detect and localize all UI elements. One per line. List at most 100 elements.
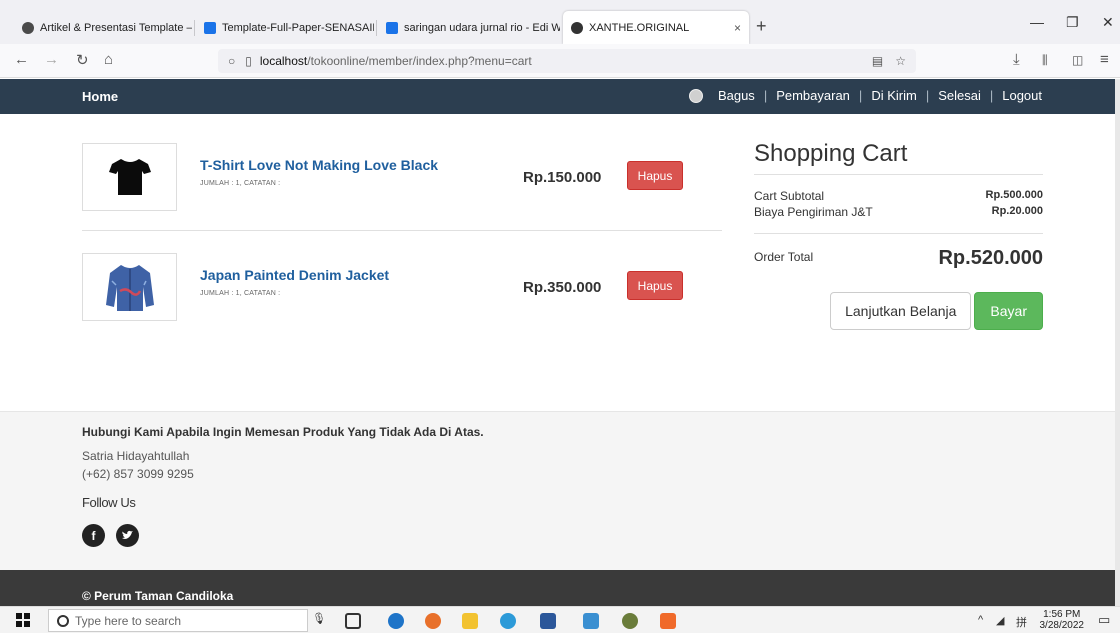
summary-title: Shopping Cart [754,140,908,167]
contact-name: Satria Hidayahtullah [82,449,190,463]
twitter-icon[interactable] [116,524,139,547]
library-icon[interactable]: ⫼ [1042,53,1048,68]
photos-icon[interactable] [583,613,599,629]
browser-tab[interactable]: Template-Full-Paper-SENASAIN × [196,11,374,44]
edge-icon[interactable] [388,613,404,629]
nav-separator: | [989,88,994,103]
search-icon [57,614,69,627]
taskbar-clock[interactable]: 1:56 PM 3/28/2022 [1040,609,1085,631]
nav-link-pembayaran[interactable]: Pembayaran [776,88,850,103]
start-icon[interactable] [16,613,30,627]
url-path: /tokoonline/member/index.php?menu=cart [307,54,532,68]
bookmark-star-icon[interactable]: ☆ [895,54,906,68]
browser-tab[interactable]: Artikel & Presentasi Template – × [14,11,192,44]
home-link[interactable]: Home [82,89,118,104]
tab-divider [376,20,377,36]
order-total-label: Order Total [754,250,814,264]
chrome-icon[interactable] [500,613,516,629]
browser-tab-active[interactable]: XANTHE.ORIGINAL × [563,11,749,44]
firefox-icon[interactable] [425,613,441,629]
notification-icon[interactable]: ▭ [1098,612,1110,628]
nav-separator: | [925,88,930,103]
tray-chevron-icon[interactable]: ^ [978,614,983,626]
minimize-icon[interactable]: — [1030,14,1044,30]
page-scrollbar[interactable] [1115,79,1120,606]
globe-icon [22,21,34,34]
task-view-icon[interactable] [345,613,361,629]
microphone-icon[interactable]: 🎙 [312,612,326,625]
site-icon [571,21,583,34]
drive-icon [204,21,216,34]
paint-icon[interactable] [622,613,638,629]
follow-us-label: Follow Us [82,495,136,510]
reload-icon[interactable]: ↻ [76,51,89,69]
copyright-text: © Perum Taman Candiloka [82,589,234,603]
word-icon[interactable] [540,613,556,629]
summary-divider [754,233,1043,234]
tshirt-icon [108,159,151,195]
site-footer: Hubungi Kami Apabila Ingin Memesan Produ… [0,411,1120,570]
twitter-bird-icon [122,530,133,539]
xampp-icon[interactable] [660,613,676,629]
order-total-row: Order Total Rp.520.000 [754,247,1043,270]
shipping-row: Biaya Pengiriman J&T Rp.20.000 [754,205,1043,219]
browser-tab[interactable]: saringan udara jurnal rio - Edi W × [378,11,560,44]
browser-toolbar: ← → ↻ ⌂ ○ ▯ localhost/tokoonline/member/… [0,44,1120,78]
address-bar[interactable]: ○ ▯ localhost/tokoonline/member/index.ph… [218,49,916,73]
continue-shopping-button[interactable]: Lanjutkan Belanja [830,292,972,330]
search-placeholder: Type here to search [75,613,182,628]
cart-item: Japan Painted Denim Jacket JUMLAH : 1, C… [82,253,722,321]
sidebar-icon[interactable]: ◫ [1072,53,1083,67]
footer-heading: Hubungi Kami Apabila Ingin Memesan Produ… [82,425,484,439]
user-menu: Bagus | Pembayaran | Di Kirim | Selesai … [688,88,1042,103]
language-icon[interactable]: 拼 [1016,614,1027,630]
pay-button[interactable]: Bayar [974,292,1043,330]
product-meta: JUMLAH : 1, CATATAN : [200,290,281,297]
tab-title: XANTHE.ORIGINAL [589,21,690,34]
close-tab-icon[interactable]: × [728,21,741,35]
menu-icon[interactable]: ≡ [1100,51,1109,68]
remove-button[interactable]: Hapus [627,271,683,300]
jacket-icon [105,265,154,311]
contact-phone: (+62) 857 3099 9295 [82,467,194,481]
nav-link-logout[interactable]: Logout [1002,88,1042,103]
back-icon[interactable]: ← [14,51,29,68]
jacket-image[interactable] [82,253,177,321]
nav-link-selesai[interactable]: Selesai [938,88,981,103]
shipping-label: Biaya Pengiriman J&T [754,205,873,219]
page-info-icon[interactable]: ▯ [245,54,252,68]
home-icon[interactable]: ⌂ [104,51,113,68]
subtotal-row: Cart Subtotal Rp.500.000 [754,189,1043,203]
tshirt-image[interactable] [82,143,177,211]
subtotal-value: Rp.500.000 [985,189,1043,201]
clock-time: 1:56 PM [1043,609,1081,620]
product-name-link[interactable]: Japan Painted Denim Jacket [200,267,389,283]
shield-icon[interactable]: ○ [228,54,235,68]
taskbar-search[interactable]: Type here to search [48,609,308,632]
nav-separator: | [858,88,863,103]
nav-separator: | [763,88,768,103]
user-name-link[interactable]: Bagus [718,88,755,103]
restore-icon[interactable]: ❐ [1066,14,1079,31]
cart-item: T-Shirt Love Not Making Love Black JUMLA… [82,143,722,211]
tab-title: Artikel & Presentasi Template – [40,21,192,34]
network-icon[interactable]: ◢ [996,614,1004,627]
new-tab-button[interactable]: + [756,16,767,37]
reader-view-icon[interactable]: ▤ [872,54,883,68]
downloads-icon[interactable]: ⤓ [1013,51,1020,68]
avatar [688,88,703,103]
forward-icon[interactable]: → [44,51,59,68]
product-name-link[interactable]: T-Shirt Love Not Making Love Black [200,157,438,173]
tab-title: Template-Full-Paper-SENASAIN [222,21,374,34]
browser-tab-strip: Artikel & Presentasi Template – × Templa… [0,0,1120,44]
url-host: localhost [259,54,308,68]
product-meta: JUMLAH : 1, CATATAN : [200,180,281,187]
remove-button[interactable]: Hapus [627,161,683,190]
clock-date: 3/28/2022 [1039,620,1085,631]
nav-link-di-kirim[interactable]: Di Kirim [871,88,917,103]
facebook-icon[interactable]: f [82,524,105,547]
summary-actions: Lanjutkan Belanja Bayar [830,292,1043,330]
close-window-icon[interactable]: ✕ [1102,14,1114,31]
file-explorer-icon[interactable] [462,613,478,629]
tab-title: saringan udara jurnal rio - Edi W [404,21,560,34]
